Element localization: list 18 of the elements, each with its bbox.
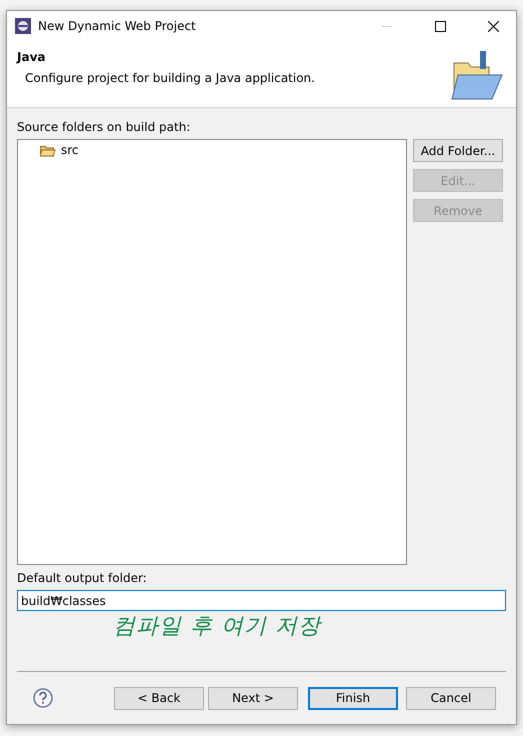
source-folders-label: Source folders on build path: xyxy=(17,120,192,134)
package-folder-icon xyxy=(40,144,56,156)
side-button[interactable]: Add Folder... xyxy=(413,139,503,162)
page-description: Configure project for building a Java application. xyxy=(24,71,316,85)
output-folder-label: Default output folder: xyxy=(17,571,148,585)
wizard-button[interactable]: Cancel xyxy=(406,686,496,710)
wizard-button[interactable]: Next > xyxy=(208,686,298,710)
eclipse-logo-icon xyxy=(15,18,31,34)
page-title: Java xyxy=(17,50,46,64)
window-title: New Dynamic Web Project xyxy=(38,19,197,33)
close-icon xyxy=(488,20,498,32)
folder-name[interactable]: src xyxy=(61,143,79,157)
help-icon[interactable] xyxy=(33,688,53,708)
handwritten-note: 컴파일 후 여기 저장 xyxy=(113,613,321,641)
wizard-button[interactable]: < Back xyxy=(114,686,204,710)
wizard-button[interactable]: Finish xyxy=(308,686,398,710)
maximize-icon xyxy=(434,20,446,32)
output-folder-field[interactable]: build₩classes xyxy=(17,590,506,611)
